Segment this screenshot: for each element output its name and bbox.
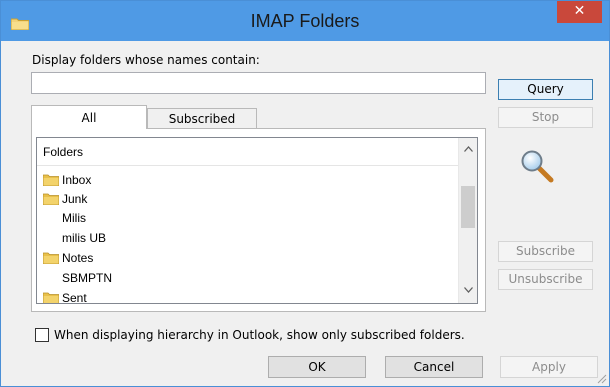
folder-label: Inbox — [62, 173, 92, 187]
chevron-up-icon[interactable] — [459, 140, 477, 160]
folder-icon — [43, 292, 59, 303]
list-item[interactable]: SBMPTN — [62, 268, 112, 288]
list-item[interactable]: milis UB — [62, 228, 106, 248]
cancel-button[interactable]: Cancel — [385, 356, 483, 378]
list-item[interactable]: Notes — [43, 248, 93, 268]
title-bar[interactable]: IMAP Folders ✕ — [1, 1, 609, 41]
folder-label: Milis — [62, 211, 86, 225]
folder-label: Notes — [62, 251, 94, 265]
folder-label: Sent — [62, 291, 87, 304]
unsubscribe-button[interactable]: Unsubscribe — [498, 269, 593, 290]
folder-label: SBMPTN — [62, 271, 113, 285]
folder-label: Junk — [62, 192, 88, 206]
search-label: Display folders whose names contain: — [32, 53, 260, 67]
tab-all[interactable]: All — [31, 105, 147, 129]
imap-folders-dialog: IMAP Folders ✕ Display folders whose nam… — [0, 0, 610, 387]
window-title: IMAP Folders — [250, 11, 360, 31]
folder-list[interactable]: Folders Inbox Junk Milis milis UB Notes … — [36, 137, 478, 304]
stop-button[interactable]: Stop — [498, 107, 593, 128]
hierarchy-checkbox-label[interactable]: When displaying hierarchy in Outlook, sh… — [54, 328, 465, 342]
list-item[interactable]: Milis — [62, 208, 86, 228]
list-item[interactable]: Junk — [43, 189, 87, 209]
ok-button[interactable]: OK — [268, 356, 366, 378]
list-item[interactable]: Sent — [43, 288, 87, 304]
close-button[interactable]: ✕ — [557, 1, 602, 23]
apply-button[interactable]: Apply — [500, 356, 598, 378]
query-button[interactable]: Query — [498, 79, 593, 100]
folder-icon — [43, 193, 59, 205]
subscribe-button[interactable]: Subscribe — [498, 241, 593, 262]
folder-label: milis UB — [62, 231, 106, 245]
resize-grip-icon[interactable] — [595, 372, 607, 384]
list-header-folders[interactable]: Folders — [37, 138, 477, 166]
tab-subscribed[interactable]: Subscribed — [147, 108, 257, 129]
chevron-down-icon[interactable] — [459, 281, 477, 301]
magnifier-icon — [521, 150, 554, 183]
hierarchy-checkbox[interactable] — [35, 328, 49, 342]
folder-icon — [43, 252, 59, 264]
list-item[interactable]: Inbox — [43, 170, 91, 190]
folder-icon — [43, 174, 59, 186]
search-input[interactable] — [31, 72, 486, 94]
vertical-scrollbar[interactable] — [458, 138, 477, 303]
scrollbar-thumb[interactable] — [461, 186, 475, 228]
